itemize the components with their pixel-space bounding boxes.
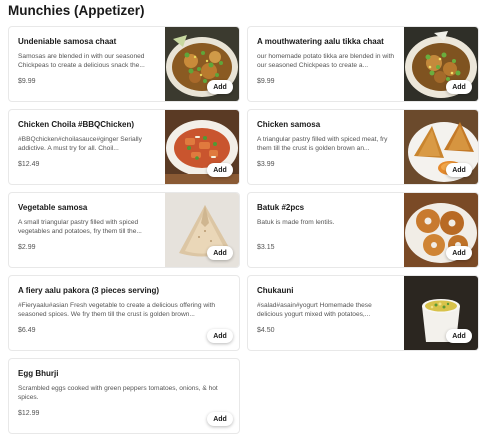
item-description: #Fieryaalu#asian Fresh vegetable to crea…: [18, 302, 216, 319]
add-button[interactable]: Add: [446, 329, 472, 343]
menu-item-card[interactable]: Chicken Choila #BBQChicken) #BBQchicken#…: [8, 109, 240, 185]
menu-item-card[interactable]: Batuk #2pcs Batuk is made from lentils. …: [247, 192, 479, 268]
menu-item-card[interactable]: Egg Bhurji Scrambled eggs cooked with gr…: [8, 358, 240, 434]
add-button[interactable]: Add: [207, 163, 233, 177]
item-description: Samosas are blended in with our seasoned…: [18, 53, 145, 70]
item-name: Chicken samosa: [257, 120, 321, 129]
item-description: Scrambled eggs cooked with green peppers…: [18, 385, 218, 402]
item-price: $6.49: [18, 327, 36, 334]
menu-item-card[interactable]: Undeniable samosa chaat Samosas are blen…: [8, 26, 240, 102]
item-name: A mouthwatering aalu tikka chaat: [257, 37, 384, 46]
add-button[interactable]: Add: [446, 80, 472, 94]
item-description: A triangular pastry filled with spiced m…: [257, 136, 388, 153]
item-price: $12.99: [18, 410, 40, 417]
section-title: Munchies (Appetizer): [8, 3, 145, 18]
item-description: Batuk is made from lentils.: [257, 219, 335, 226]
item-price: $2.99: [18, 244, 36, 251]
add-button[interactable]: Add: [207, 246, 233, 260]
item-price: $12.49: [18, 161, 40, 168]
item-name: Chukauni: [257, 286, 294, 295]
add-button[interactable]: Add: [207, 412, 233, 426]
item-description: our homemade potato tikka are blended in…: [257, 53, 395, 70]
item-price: $3.15: [257, 244, 275, 251]
item-name: Batuk #2pcs: [257, 203, 305, 212]
add-button[interactable]: Add: [207, 80, 233, 94]
item-name: A fiery aalu pakora (3 pieces serving): [18, 286, 160, 295]
menu-item-card[interactable]: A fiery aalu pakora (3 pieces serving) #…: [8, 275, 240, 351]
item-name: Vegetable samosa: [18, 203, 88, 212]
item-description: #BBQchicken#choilasauce#ginger Serially …: [18, 136, 142, 153]
menu-item-card[interactable]: Vegetable samosa A small triangular past…: [8, 192, 240, 268]
menu-item-card[interactable]: A mouthwatering aalu tikka chaat our hom…: [247, 26, 479, 102]
item-name: Egg Bhurji: [18, 369, 59, 378]
item-name: Undeniable samosa chaat: [18, 37, 117, 46]
item-description: #salad#asain#yogurt Homemade these delic…: [257, 302, 372, 319]
add-button[interactable]: Add: [446, 163, 472, 177]
item-price: $4.50: [257, 327, 275, 334]
item-price: $9.99: [257, 78, 275, 85]
menu-item-card[interactable]: Chicken samosa A triangular pastry fille…: [247, 109, 479, 185]
item-description: A small triangular pastry filled with sp…: [18, 219, 142, 236]
item-name: Chicken Choila #BBQChicken): [18, 120, 135, 129]
item-price: $3.99: [257, 161, 275, 168]
item-price: $9.99: [18, 78, 36, 85]
add-button[interactable]: Add: [446, 246, 472, 260]
add-button[interactable]: Add: [207, 329, 233, 343]
menu-item-card[interactable]: Chukauni #salad#asain#yogurt Homemade th…: [247, 275, 479, 351]
